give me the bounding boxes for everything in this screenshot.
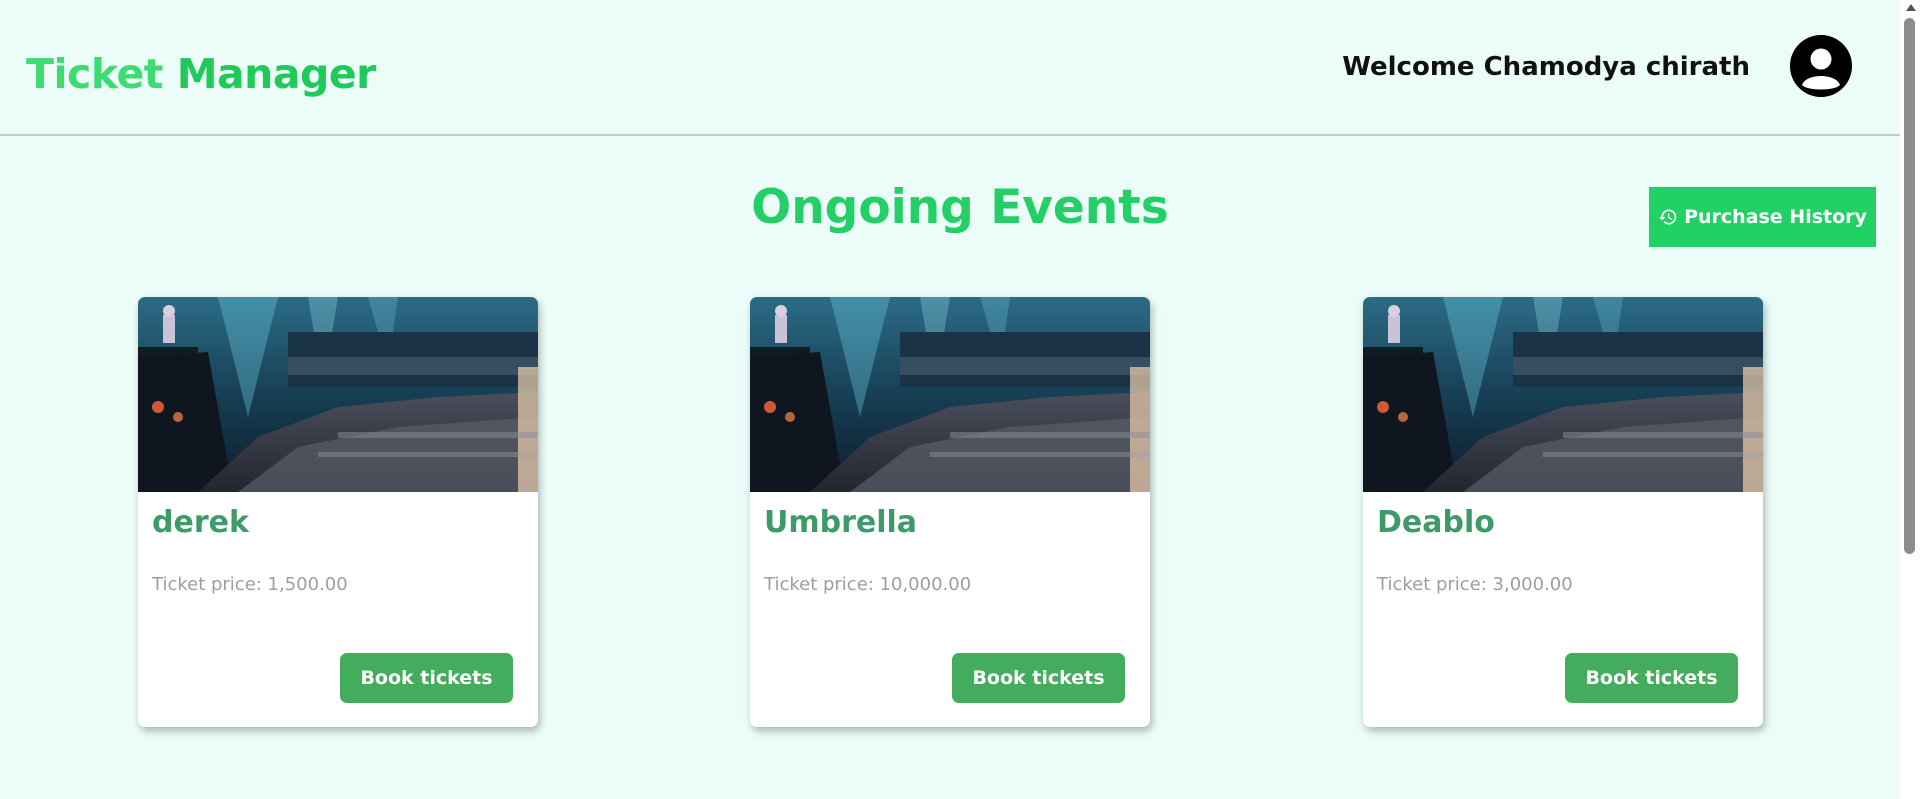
event-name: Deablo <box>1377 505 1495 540</box>
page-title: Ongoing Events <box>751 180 1169 235</box>
ticket-price: Ticket price: 1,500.00 <box>152 574 348 595</box>
event-image <box>138 297 538 492</box>
purchase-history-label: Purchase History <box>1684 206 1867 228</box>
welcome-text: Welcome Chamodya chirath <box>1342 52 1750 82</box>
event-card: derek Ticket price: 1,500.00 Book ticket… <box>138 297 538 727</box>
app-logo[interactable]: Ticket Manager <box>26 50 376 98</box>
history-icon <box>1658 207 1678 227</box>
event-card: Umbrella Ticket price: 10,000.00 Book ti… <box>750 297 1150 727</box>
user-circle-icon[interactable] <box>1790 35 1852 97</box>
book-tickets-button[interactable]: Book tickets <box>952 653 1125 703</box>
event-name: Umbrella <box>764 505 918 540</box>
scroll-up-arrow-icon[interactable] <box>1906 4 1916 11</box>
scrollbar-thumb[interactable] <box>1904 18 1915 554</box>
book-tickets-button[interactable]: Book tickets <box>1565 653 1738 703</box>
ticket-price: Ticket price: 3,000.00 <box>1377 574 1573 595</box>
event-image <box>750 297 1150 492</box>
event-image <box>1363 297 1763 492</box>
event-card: Deablo Ticket price: 3,000.00 Book ticke… <box>1363 297 1763 727</box>
ticket-price: Ticket price: 10,000.00 <box>764 574 972 595</box>
purchase-history-button[interactable]: Purchase History <box>1649 187 1876 247</box>
logo-word-manager: Manager <box>176 50 377 98</box>
logo-word-ticket: Ticket <box>26 50 163 98</box>
book-tickets-button[interactable]: Book tickets <box>340 653 513 703</box>
page: Ticket Manager Welcome Chamodya chirath … <box>0 0 1900 799</box>
event-name: derek <box>152 505 249 540</box>
top-header: Ticket Manager Welcome Chamodya chirath <box>0 0 1900 136</box>
